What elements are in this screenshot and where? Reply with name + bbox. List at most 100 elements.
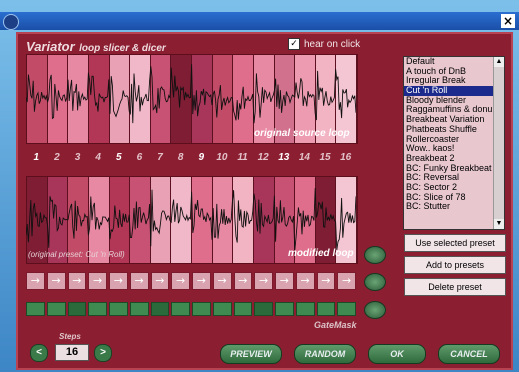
loop-slice[interactable] — [130, 177, 151, 263]
add-to-presets-button[interactable]: Add to presets — [404, 256, 506, 274]
gate-cell[interactable] — [316, 302, 336, 316]
cancel-button[interactable]: CANCEL — [438, 344, 500, 364]
slice-number: 2 — [54, 152, 60, 163]
loop-slice[interactable] — [109, 55, 131, 143]
gatemask-label: GateMask — [314, 320, 357, 330]
direction-row-button[interactable] — [364, 273, 386, 291]
gate-cell[interactable] — [88, 302, 107, 316]
slice-number: 9 — [198, 152, 205, 163]
original-preset-note: (original preset: Cut 'n Roll) — [28, 250, 125, 259]
loop-slice[interactable] — [130, 55, 151, 143]
hear-on-click-toggle[interactable]: ✓ hear on click — [288, 38, 360, 50]
steps-decrement-button[interactable]: < — [30, 344, 48, 362]
preset-items: Default A touch of DnB Irregular Break Cut … — [404, 57, 504, 212]
loop-slice[interactable] — [192, 55, 213, 143]
loop-slice[interactable] — [212, 55, 234, 143]
scroll-down-icon[interactable]: ▼ — [494, 219, 504, 229]
close-button[interactable]: × — [501, 14, 515, 28]
gate-cell[interactable] — [46, 302, 66, 316]
variator-panel: Variator loop slicer & dicer ✓ hear on c… — [16, 32, 513, 370]
hear-on-click-label: hear on click — [304, 38, 361, 50]
loop-slice[interactable] — [150, 177, 172, 263]
loop-slice[interactable] — [47, 55, 69, 143]
loop-slice[interactable] — [253, 177, 275, 263]
loop-slice[interactable] — [212, 177, 234, 263]
direction-arrow[interactable]: → — [88, 272, 107, 290]
direction-arrow[interactable]: → — [316, 272, 336, 290]
gate-cell[interactable] — [275, 302, 294, 316]
direction-arrow[interactable]: → — [109, 272, 128, 290]
source-loop-label: original source loop — [254, 128, 350, 139]
gate-cell[interactable] — [171, 302, 190, 316]
direction-arrow[interactable]: → — [192, 272, 211, 290]
gate-cell[interactable] — [337, 302, 356, 316]
app-title-text: Variator — [26, 39, 75, 54]
direction-arrow[interactable]: → — [233, 272, 253, 290]
direction-arrow[interactable]: → — [129, 272, 149, 290]
gate-cell[interactable] — [295, 302, 315, 316]
gate-cell[interactable] — [233, 302, 253, 316]
slice-number: 6 — [136, 152, 143, 163]
preset-item[interactable]: BC: Stutter — [404, 202, 504, 212]
loop-slice[interactable] — [171, 177, 192, 263]
direction-arrow[interactable]: → — [171, 272, 190, 290]
gate-row — [26, 302, 356, 316]
gate-cell[interactable] — [109, 302, 128, 316]
direction-arrow[interactable]: → — [295, 272, 315, 290]
random-button[interactable]: RANDOM — [294, 344, 356, 364]
title-bar: × — [0, 12, 519, 30]
direction-arrow[interactable]: → — [337, 272, 356, 290]
slice-number: 8 — [177, 152, 184, 163]
direction-arrow[interactable]: → — [26, 272, 45, 290]
app-icon[interactable] — [3, 14, 19, 30]
direction-arrow[interactable]: → — [275, 272, 294, 290]
slice-numbers: 1 2 3 4 5 6 7 8 9 10 11 12 13 14 15 16 — [26, 152, 356, 163]
gate-cell[interactable] — [254, 302, 273, 316]
gate-cell[interactable] — [129, 302, 149, 316]
direction-arrow[interactable]: → — [150, 272, 170, 290]
gate-cell[interactable] — [150, 302, 170, 316]
delete-preset-button[interactable]: Delete preset — [404, 278, 506, 296]
slice-number: 1 — [33, 152, 40, 163]
direction-arrow[interactable]: → — [254, 272, 273, 290]
scroll-up-icon[interactable]: ▲ — [494, 57, 504, 67]
gate-cell[interactable] — [26, 302, 45, 316]
gate-cell[interactable] — [192, 302, 211, 316]
loop-slice[interactable] — [192, 177, 213, 263]
loop-slice[interactable] — [233, 177, 254, 263]
gate-cell[interactable] — [67, 302, 87, 316]
steps-label: Steps — [59, 332, 81, 341]
slice-number: 7 — [157, 152, 163, 163]
window: × Variator loop slicer & dicer ✓ hear on… — [0, 0, 519, 372]
direction-arrow[interactable]: → — [212, 272, 232, 290]
app-subtitle: loop slicer & dicer — [79, 43, 166, 54]
loop-slice[interactable] — [171, 55, 192, 143]
preset-scrollbar[interactable]: ▲ ▼ — [493, 57, 504, 229]
loop-slice[interactable] — [233, 55, 254, 143]
use-selected-preset-button[interactable]: Use selected preset — [404, 234, 506, 252]
modified-loop-button[interactable] — [364, 246, 386, 264]
loop-slice[interactable] — [150, 55, 172, 143]
loop-slice[interactable] — [27, 55, 48, 143]
steps-increment-button[interactable]: > — [94, 344, 112, 362]
slice-number: 14 — [298, 152, 310, 163]
ok-button[interactable]: OK — [368, 344, 426, 364]
gate-row-button[interactable] — [364, 301, 386, 319]
steps-value: 16 — [55, 344, 89, 361]
direction-arrow[interactable]: → — [67, 272, 87, 290]
preset-list[interactable]: Default A touch of DnB Irregular Break Cut … — [403, 56, 505, 230]
slice-number: 10 — [216, 152, 228, 163]
direction-arrow[interactable]: → — [46, 272, 66, 290]
hear-on-click-checkbox[interactable]: ✓ — [288, 38, 300, 50]
slice-number: 15 — [319, 152, 331, 163]
loop-slice[interactable] — [88, 55, 110, 143]
slice-number: 11 — [237, 152, 248, 163]
preview-button[interactable]: PREVIEW — [220, 344, 282, 364]
gate-cell[interactable] — [212, 302, 232, 316]
direction-row: → → → → → → → → → → → → → → → → — [26, 272, 356, 290]
modified-loop-label: modified loop — [288, 248, 354, 259]
slice-number: 4 — [95, 152, 101, 163]
slice-number: 5 — [116, 152, 122, 163]
loop-slice[interactable] — [68, 55, 89, 143]
slice-number: 13 — [278, 152, 290, 163]
